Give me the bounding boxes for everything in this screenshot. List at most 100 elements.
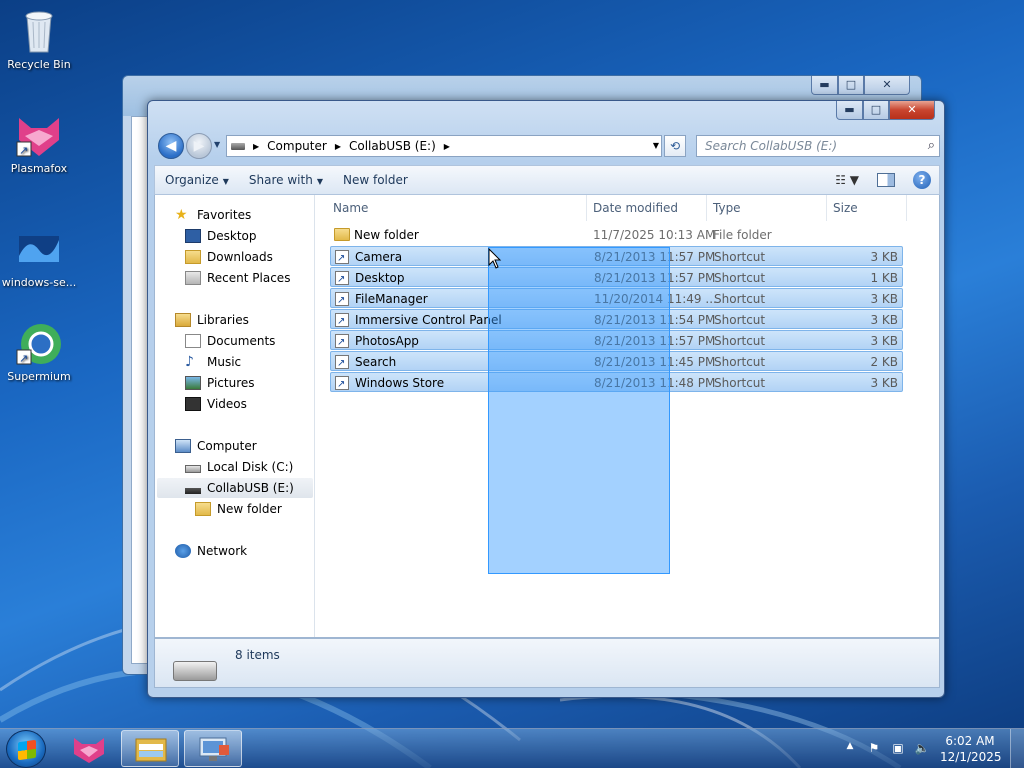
desktop-icon-windows-se[interactable]: windows-se... [1,226,77,289]
column-date-modified[interactable]: Date modified [587,195,707,221]
computer-icon [175,439,191,453]
recent-pages-dropdown[interactable]: ▼ [214,140,220,149]
nav-music[interactable]: ♪ Music [185,352,241,372]
shortcut-icon [335,354,349,374]
breadcrumb-arrow-icon[interactable]: ▶ [253,142,259,151]
column-name[interactable]: Name [327,195,587,221]
chevron-down-icon: ▼ [222,177,229,186]
selection-marquee [488,247,670,574]
share-with-button[interactable]: Share with ▼ [239,173,333,187]
folder-icon [195,502,211,516]
new-folder-button[interactable]: New folder [333,173,418,187]
start-button[interactable] [6,730,46,768]
nav-label: Downloads [207,250,273,264]
organize-button[interactable]: Organize ▼ [155,173,239,187]
file-type: File folder [713,228,772,242]
drive-icon [231,142,245,150]
plasmafox-icon: ↗ [15,112,63,160]
network-icon[interactable]: ▣ [890,741,906,757]
back-minimize-button[interactable]: ▬ [811,76,838,95]
nav-label: Network [197,544,248,558]
breadcrumb-computer[interactable]: Computer [267,139,327,153]
maximize-button[interactable]: □ [863,101,889,120]
desktop-icon-recycle-bin[interactable]: Recycle Bin [1,8,77,71]
file-name: New folder [354,228,419,242]
nav-libraries[interactable]: Libraries [175,310,249,330]
usb-drive-icon [185,488,201,494]
shortcut-icon [335,249,349,269]
nav-new-folder[interactable]: New folder [195,499,282,519]
taskbar-explorer[interactable] [121,730,179,767]
search-icon[interactable]: ⌕ [928,136,935,156]
file-type: Shortcut [714,271,766,285]
clock[interactable]: 6:02 AM 12/1/2025 [940,733,1002,765]
file-type: Shortcut [714,292,766,306]
desktop-icon [185,229,201,243]
help-button[interactable]: ? [913,171,931,189]
desktop-icon-label: Supermium [7,370,71,383]
address-dropdown-icon[interactable]: ▼ [653,141,659,150]
search-input[interactable]: Search CollabUSB (E:) ⌕ [696,135,940,157]
taskbar-plasmafox[interactable] [60,730,118,767]
shortcut-icon [335,270,349,290]
desktop-icon-supermium[interactable]: ↗ Supermium [1,320,77,383]
forward-button[interactable]: ▶ [186,133,212,159]
breadcrumb-collabusb[interactable]: CollabUSB (E:) [349,139,436,153]
file-size: 3 KB [870,334,898,348]
file-name: Desktop [355,271,405,285]
nav-label: Documents [207,334,276,348]
address-bar[interactable]: ▶ Computer ▶ CollabUSB (E:) ▶ ▼ [226,135,662,157]
nav-computer[interactable]: Computer [175,436,257,456]
tray-overflow-arrow[interactable]: ▲ [842,741,858,757]
organize-label: Organize [165,173,219,187]
refresh-button[interactable]: ⟲ [664,135,686,157]
nav-label: Computer [197,439,257,453]
music-icon: ♪ [185,354,194,370]
documents-icon [185,334,201,348]
column-size[interactable]: Size [827,195,907,221]
nav-local-disk[interactable]: Local Disk (C:) [185,457,293,477]
nav-videos[interactable]: Videos [185,394,247,414]
nav-label: Local Disk (C:) [207,460,294,474]
nav-recent-places[interactable]: Recent Places [185,268,290,288]
file-name: Camera [355,250,403,264]
desktop-icon-plasmafox[interactable]: ↗ Plasmafox [1,112,77,175]
change-view-button[interactable]: ☷ ▼ [835,173,859,187]
star-icon: ★ [175,207,188,223]
back-close-button[interactable]: ✕ [864,76,910,95]
close-button[interactable]: ✕ [889,101,935,120]
column-type[interactable]: Type [707,195,827,221]
nav-favorites[interactable]: ★ Favorites [175,205,251,225]
file-type: Shortcut [714,313,766,327]
nav-label: Pictures [207,376,255,390]
nav-label: Desktop [207,229,257,243]
nav-pictures[interactable]: Pictures [185,373,255,393]
nav-documents[interactable]: Documents [185,331,275,351]
file-type: Shortcut [714,355,766,369]
file-name: Immersive Control Panel [355,313,502,327]
show-desktop-button[interactable] [1010,729,1024,768]
nav-collabusb[interactable]: CollabUSB (E:) [157,478,313,498]
file-row[interactable]: New folder 11/7/2025 10:13 AM File folder [330,225,903,245]
breadcrumb-arrow-icon[interactable]: ▶ [335,142,341,151]
taskbar-remote-desktop[interactable] [184,730,242,767]
back-button[interactable]: ◀ [158,133,184,159]
usb-drive-icon [173,661,217,681]
remote-desktop-icon [199,737,229,761]
nav-label: Favorites [197,208,252,222]
back-maximize-button[interactable]: □ [838,76,864,95]
chevron-down-icon: ▼ [316,177,323,186]
nav-label: Libraries [197,313,249,327]
minimize-button[interactable]: ▬ [836,101,863,120]
file-name: PhotosApp [355,334,419,348]
volume-muted-icon[interactable]: 🔈 [914,741,930,757]
breadcrumb-arrow-icon[interactable]: ▶ [444,142,450,151]
file-size: 3 KB [870,376,898,390]
action-center-flag-icon[interactable]: ⚑ [866,741,882,757]
svg-text:↗: ↗ [19,144,28,157]
nav-downloads[interactable]: Downloads [185,247,273,267]
preview-pane-button[interactable] [877,173,895,187]
nav-desktop[interactable]: Desktop [185,226,257,246]
nav-network[interactable]: Network [175,541,247,561]
item-count: 8 items [235,648,280,662]
